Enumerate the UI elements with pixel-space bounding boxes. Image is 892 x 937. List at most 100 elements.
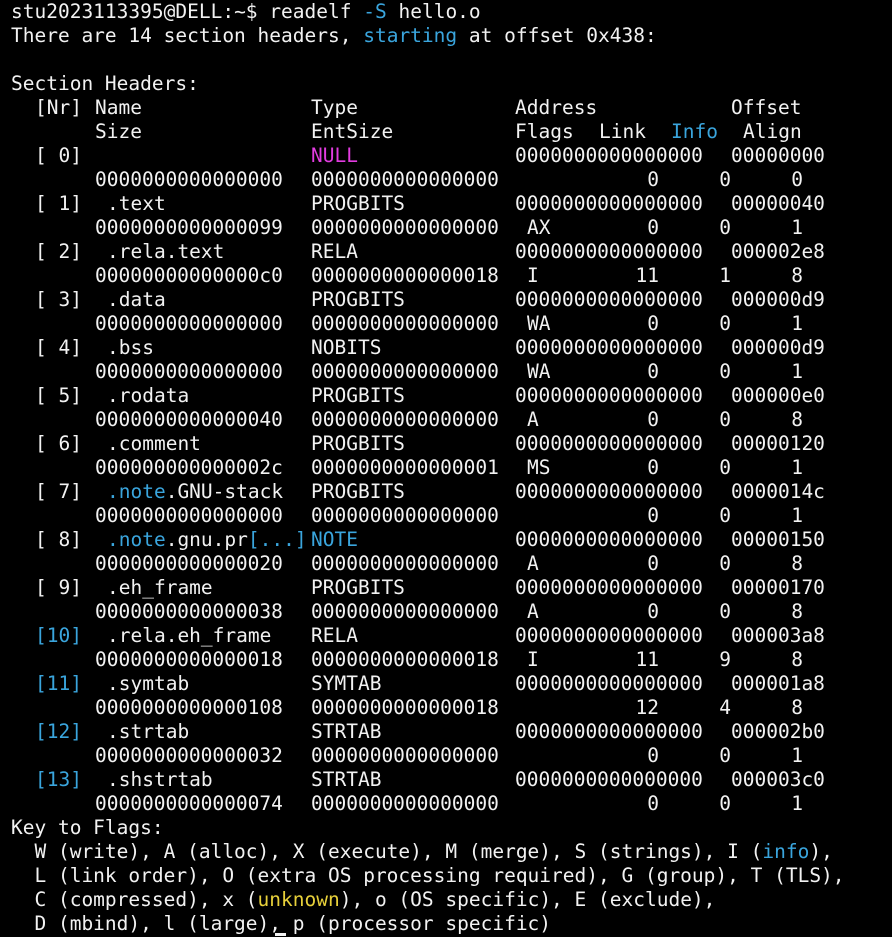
section-entsize: 0000000000000000 (311, 600, 499, 623)
section-type: STRTAB (311, 720, 382, 743)
section-size: 0000000000000099 (95, 216, 283, 239)
section-entsize: 0000000000000018 (311, 696, 499, 719)
section-address: 0000000000000000 (515, 672, 703, 695)
section-link: 0 (647, 600, 659, 623)
text-cursor (275, 933, 286, 936)
key-line-4: D (mbind), l (large), p (processor speci… (11, 912, 892, 936)
section-info: 0 (719, 744, 731, 767)
section-entsize: 0000000000000000 (311, 408, 499, 431)
table-row: [ 5] .rodata PROGBITS 0000000000000000 00000… (11, 384, 892, 408)
section-info: 0 (719, 216, 731, 239)
section-entsize: 0000000000000000 (311, 504, 499, 527)
section-align: 8 (791, 264, 803, 287)
section-type: PROGBITS (311, 384, 405, 407)
section-type: SYMTAB (311, 672, 382, 695)
col-align: Align (743, 120, 802, 143)
command-name: readelf (269, 0, 352, 23)
section-number: [ 5] (35, 384, 82, 407)
section-number: [12] (35, 720, 82, 743)
section-flags: WA (527, 360, 551, 383)
section-offset: 000002b0 (731, 720, 825, 743)
section-link: 0 (647, 408, 659, 431)
section-number: [ 8] (35, 528, 82, 551)
section-name-text: .rela.eh_frame (107, 624, 272, 647)
section-type: NOTE (311, 528, 358, 551)
section-number: [11] (35, 672, 82, 695)
summary-line: There are 14 section headers, starting a… (11, 24, 892, 48)
section-address: 0000000000000000 (515, 432, 703, 455)
table-row: [ 2] .rela.text RELA 0000000000000000 000002… (11, 240, 892, 264)
table-row-detail: 0000000000000000 0000000000000000 0 0 1 (11, 504, 892, 528)
section-name-text: .data (107, 288, 166, 311)
section-number: [ 6] (35, 432, 82, 455)
key-text: ), (809, 840, 833, 863)
section-name-text: .gnu.pr (165, 528, 248, 551)
section-name: .eh_frame (107, 576, 213, 600)
section-size: 0000000000000108 (95, 696, 283, 719)
section-number: [ 4] (35, 336, 82, 359)
section-size: 0000000000000032 (95, 744, 283, 767)
section-info: 0 (719, 600, 731, 623)
section-offset: 000003a8 (731, 624, 825, 647)
section-name: .bss (107, 336, 154, 360)
section-info: 0 (719, 168, 731, 191)
section-flags: WA (527, 312, 551, 335)
table-row: [10] .rela.eh_frame RELA 0000000000000000 00… (11, 624, 892, 648)
section-offset: 00000040 (731, 192, 825, 215)
table-row-detail: 0000000000000032 0000000000000000 0 0 1 (11, 744, 892, 768)
section-link: 11 (635, 264, 659, 287)
section-size: 0000000000000000 (95, 168, 283, 191)
section-flags: A (527, 408, 539, 431)
section-link: 0 (647, 312, 659, 335)
section-type: PROGBITS (311, 192, 405, 215)
col-name: Name (95, 96, 142, 119)
section-name: .note.GNU-stack (107, 480, 283, 504)
section-name: .shstrtab (107, 768, 213, 792)
section-info: 0 (719, 360, 731, 383)
section-link: 11 (635, 648, 659, 671)
table-row: [13] .shstrtab STRTAB 0000000000000000 00000… (11, 768, 892, 792)
section-address: 0000000000000000 (515, 336, 703, 359)
section-offset: 000000d9 (731, 288, 825, 311)
section-size: 0000000000000000 (95, 504, 283, 527)
section-number: [ 1] (35, 192, 82, 215)
section-entsize: 0000000000000000 (311, 360, 499, 383)
section-entsize: 0000000000000000 (311, 312, 499, 335)
section-size: 0000000000000038 (95, 600, 283, 623)
terminal-window[interactable]: stu2023113395@DELL:~$ readelf -S hello.o… (0, 0, 892, 937)
key-line-1: W (write), A (alloc), X (execute), M (me… (11, 840, 892, 864)
section-type: PROGBITS (311, 432, 405, 455)
section-size: 0000000000000000 (95, 360, 283, 383)
section-align: 1 (791, 216, 803, 239)
section-number: [ 7] (35, 480, 82, 503)
header-row-2: Size EntSize Flags Link Info Align (11, 120, 892, 144)
section-type: PROGBITS (311, 576, 405, 599)
table-row: [ 6] .comment PROGBITS 0000000000000000 0000… (11, 432, 892, 456)
section-name-highlight: .note (107, 528, 166, 551)
table-row-detail: 0000000000000000 0000000000000000 WA 0 0 1 (11, 312, 892, 336)
section-size: 0000000000000074 (95, 792, 283, 815)
section-type: NULL (311, 144, 358, 167)
key-highlight: info (762, 840, 810, 863)
section-entsize: 0000000000000000 (311, 216, 499, 239)
section-address: 0000000000000000 (515, 192, 703, 215)
table-row-detail: 0000000000000038 0000000000000000 A 0 0 8 (11, 600, 892, 624)
table-row: [ 3] .data PROGBITS 0000000000000000 000000d… (11, 288, 892, 312)
table-row-detail: 0000000000000000 0000000000000000 0 0 0 (11, 168, 892, 192)
section-offset: 00000170 (731, 576, 825, 599)
section-offset: 0000014c (731, 480, 825, 503)
section-number: [10] (35, 624, 82, 647)
section-number: [ 9] (35, 576, 82, 599)
section-name: .text (107, 192, 166, 216)
section-align: 8 (791, 408, 803, 431)
section-offset: 00000150 (731, 528, 825, 551)
section-name-highlight: .note (107, 480, 166, 503)
section-address: 0000000000000000 (515, 480, 703, 503)
section-number: [ 3] (35, 288, 82, 311)
key-text: C (compressed), x ( (11, 888, 258, 911)
section-address: 0000000000000000 (515, 384, 703, 407)
section-link: 0 (647, 216, 659, 239)
section-link: 0 (647, 552, 659, 575)
section-align: 1 (791, 504, 803, 527)
section-entsize: 0000000000000018 (311, 264, 499, 287)
